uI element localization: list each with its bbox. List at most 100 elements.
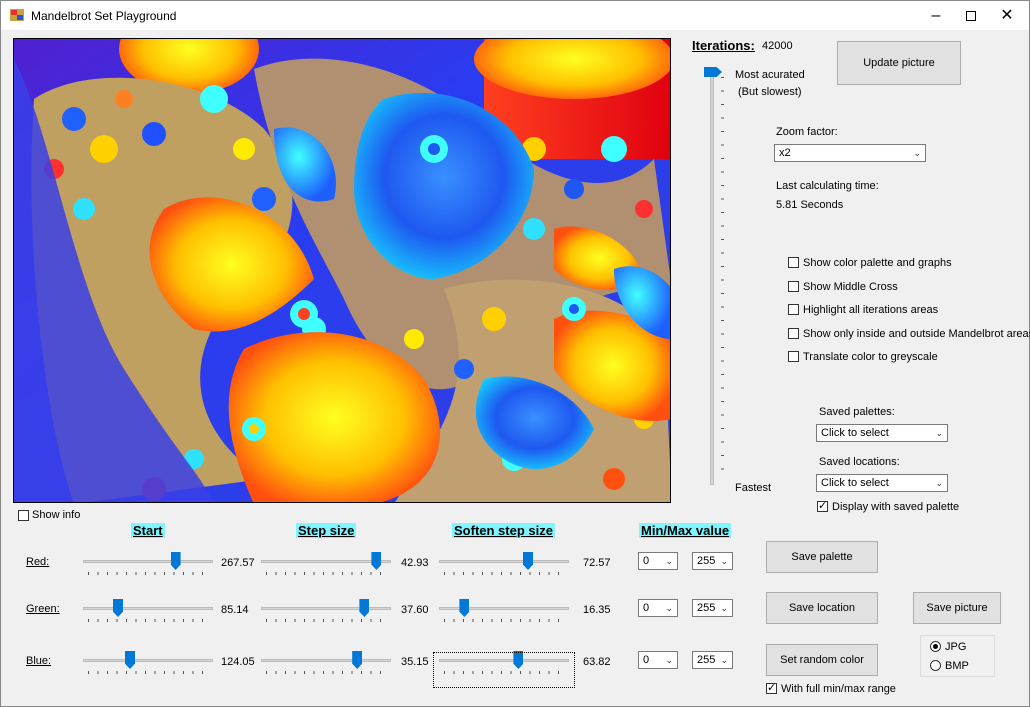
red-start-slider[interactable] (83, 560, 213, 563)
blue-max-select[interactable]: 255 ⌄ (692, 651, 733, 669)
window-title: Mandelbrot Set Playground (31, 9, 177, 23)
chevron-down-icon: ⌄ (935, 478, 943, 488)
show-palette-label: Show color palette and graphs (803, 257, 952, 269)
blue-min-value: 0 (643, 654, 650, 666)
red-soften-step-value: 72.57 (583, 557, 611, 569)
red-soften-step-slider[interactable] (439, 560, 569, 563)
show-info-checkbox[interactable] (18, 510, 29, 521)
greyscale-label: Translate color to greyscale (803, 351, 938, 363)
red-step-size-thumb[interactable] (371, 552, 382, 570)
display-saved-palette-label: Display with saved palette (832, 501, 960, 513)
red-start-value: 267.57 (221, 557, 255, 569)
chevron-down-icon: ⌄ (665, 603, 673, 613)
bmp-label: BMP (945, 660, 969, 672)
display-saved-palette-checkbox[interactable] (817, 499, 828, 512)
mandelbrot-canvas[interactable] (13, 38, 671, 503)
saved-palettes-label: Saved palettes: (819, 406, 895, 418)
inside-outside-checkbox[interactable] (788, 328, 799, 339)
blue-start-ticks (88, 671, 210, 674)
highlight-iterations-label: Highlight all iterations areas (803, 304, 939, 316)
red-soften-step-ticks (444, 572, 566, 575)
greyscale-checkbox[interactable] (788, 351, 799, 362)
red-min-select[interactable]: 0 ⌄ (638, 552, 678, 570)
green-step-size-ticks (266, 619, 388, 622)
iterations-slider-thumb[interactable] (704, 67, 722, 77)
green-row-label: Green: (26, 603, 60, 615)
zoom-factor-value: x2 (779, 147, 791, 159)
blue-start-slider[interactable] (83, 659, 213, 662)
green-step-size-thumb[interactable] (359, 599, 370, 617)
save-picture-button[interactable]: Save picture (913, 592, 1001, 624)
blue-step-size-slider[interactable] (261, 659, 391, 662)
red-step-size-ticks (266, 572, 388, 575)
close-icon[interactable]: ✕ (984, 1, 1030, 30)
jpg-radio[interactable] (930, 641, 941, 652)
green-start-thumb[interactable] (113, 599, 123, 617)
blue-start-thumb[interactable] (125, 651, 135, 669)
fractal-image (14, 39, 670, 502)
green-step-size-value: 37.60 (401, 604, 429, 616)
header-start: Start (131, 523, 165, 538)
iterations-slider-ticks (721, 77, 724, 482)
green-soften-step-ticks (444, 619, 566, 622)
iterations-slider[interactable] (710, 71, 714, 485)
green-min-value: 0 (643, 602, 650, 614)
red-step-size-value: 42.93 (401, 557, 429, 569)
chevron-down-icon: ⌄ (720, 655, 728, 665)
show-palette-checkbox[interactable] (788, 257, 799, 268)
show-middle-cross-checkbox[interactable] (788, 281, 799, 292)
jpg-label: JPG (945, 641, 967, 653)
save-location-button[interactable]: Save location (766, 592, 878, 624)
green-max-select[interactable]: 255 ⌄ (692, 599, 733, 617)
inside-outside-label: Show only inside and outside Mandelbrot … (803, 328, 1030, 340)
chevron-down-icon: ⌄ (913, 148, 921, 158)
saved-palettes-value: Click to select (821, 427, 889, 439)
full-range-checkbox[interactable] (766, 681, 777, 694)
green-start-ticks (88, 619, 210, 622)
iterations-label: Iterations: (692, 38, 755, 53)
saved-palettes-select[interactable]: Click to select ⌄ (816, 424, 948, 442)
green-step-size-slider[interactable] (261, 607, 391, 610)
red-start-ticks (88, 572, 210, 575)
show-info-label: Show info (32, 509, 81, 521)
slowest-label: (But slowest) (738, 86, 802, 98)
red-soften-step-thumb[interactable] (523, 552, 533, 570)
highlight-iterations-checkbox[interactable] (788, 304, 799, 315)
update-picture-button[interactable]: Update picture (837, 41, 961, 85)
red-max-select[interactable]: 255 ⌄ (692, 552, 733, 570)
zoom-factor-select[interactable]: x2 ⌄ (774, 144, 926, 162)
blue-step-size-value: 35.15 (401, 656, 429, 668)
saved-locations-label: Saved locations: (819, 456, 900, 468)
green-min-select[interactable]: 0 ⌄ (638, 599, 678, 617)
iterations-value: 42000 (762, 40, 793, 52)
full-range-label: With full min/max range (781, 683, 896, 695)
save-palette-button[interactable]: Save palette (766, 541, 878, 573)
header-soften-step: Soften step size (452, 523, 555, 538)
green-soften-step-value: 16.35 (583, 604, 611, 616)
red-max-value: 255 (697, 555, 716, 567)
blue-max-value: 255 (697, 654, 716, 666)
app-icon (10, 9, 24, 21)
green-soften-step-thumb[interactable] (459, 599, 470, 617)
red-start-thumb[interactable] (170, 552, 181, 570)
bmp-radio[interactable] (930, 660, 941, 671)
saved-locations-select[interactable]: Click to select ⌄ (816, 474, 948, 492)
blue-step-size-thumb[interactable] (352, 651, 363, 669)
blue-start-value: 124.05 (221, 656, 255, 668)
chevron-down-icon: ⌄ (935, 428, 943, 438)
random-color-button[interactable]: Set random color (766, 644, 878, 676)
chevron-down-icon: ⌄ (665, 556, 673, 566)
focus-rectangle (433, 652, 575, 688)
zoom-factor-label: Zoom factor: (776, 126, 838, 138)
blue-soften-step-value: 63.82 (583, 656, 611, 668)
green-soften-step-slider[interactable] (439, 607, 569, 610)
green-start-value: 85.14 (221, 604, 249, 616)
show-middle-cross-label: Show Middle Cross (803, 281, 898, 293)
blue-row-label: Blue: (26, 655, 52, 667)
green-start-slider[interactable] (83, 607, 213, 610)
blue-min-select[interactable]: 0 ⌄ (638, 651, 678, 669)
blue-step-size-ticks (266, 671, 388, 674)
most-accurate-label: Most acurated (735, 69, 805, 81)
chevron-down-icon: ⌄ (665, 655, 673, 665)
red-min-value: 0 (643, 555, 650, 567)
